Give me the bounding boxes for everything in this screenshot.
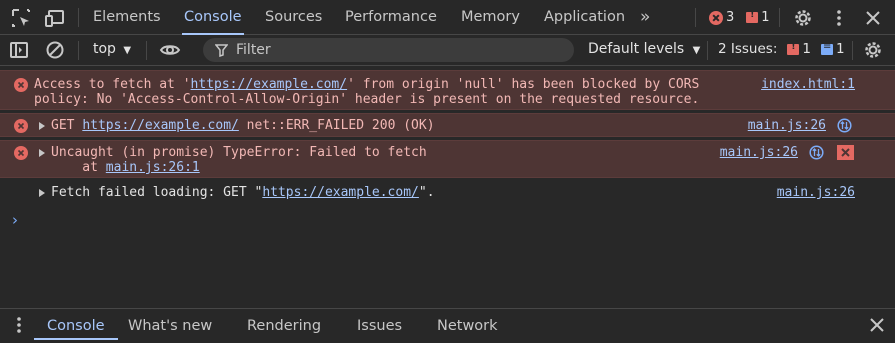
console-message-error: Access to fetch at 'https://example.com/… [0, 70, 895, 110]
expand-triangle-icon[interactable] [39, 122, 45, 130]
divider [78, 41, 79, 60]
message-text-part: net::ERR_FAILED 200 (OK) [238, 118, 435, 133]
sidebar-toggle-icon[interactable] [8, 39, 30, 61]
divider [779, 8, 780, 27]
source-link[interactable]: main.js:26 [720, 145, 798, 160]
device-toolbar-icon[interactable] [44, 7, 66, 29]
settings-gear-icon[interactable] [792, 7, 814, 29]
drawer-tab-issues[interactable]: Issues [357, 309, 402, 340]
error-counter[interactable]: 3 1 [709, 0, 770, 35]
drawer-tab-network[interactable]: Network [437, 309, 498, 340]
filter-input[interactable] [234, 41, 558, 59]
clear-console-icon[interactable] [44, 39, 66, 61]
more-tabs-icon[interactable]: » [640, 0, 650, 35]
expand-triangle-icon[interactable] [39, 189, 45, 197]
issue-info-icon [820, 41, 833, 55]
dropdown-arrow-icon: ▼ [692, 45, 701, 56]
devtools-tab-bar: Elements Console Sources Performance Mem… [0, 0, 895, 35]
close-drawer-icon[interactable] [866, 314, 888, 336]
context-selector[interactable]: top ▼ [93, 41, 131, 57]
console-settings-gear-icon[interactable] [862, 39, 884, 61]
issues-label: 2 Issues: [718, 41, 778, 57]
message-text-part: Fetch failed loading: GET " [51, 185, 263, 200]
context-label: top [93, 41, 116, 57]
drawer-menu-icon[interactable] [8, 314, 30, 336]
message-text-part: Access to fetch at ' [34, 77, 191, 92]
drawer-tab-rendering[interactable]: Rendering [247, 309, 321, 340]
drawer-tab-whats-new[interactable]: What's new [128, 309, 212, 340]
divider [146, 41, 147, 60]
issue-error-count: 1 [802, 41, 811, 57]
filter-funnel-icon [215, 43, 228, 57]
console-prompt-chevron-icon[interactable]: › [12, 211, 18, 229]
error-icon [14, 146, 28, 160]
tab-sources[interactable]: Sources [265, 0, 322, 35]
close-devtools-icon[interactable] [862, 7, 884, 29]
log-levels-dropdown[interactable]: Default levels ▼ [588, 41, 700, 57]
issues-counter-button[interactable]: 2 Issues: 1 1 [718, 41, 845, 58]
console-message-info: Fetch failed loading: GET "https://examp… [0, 180, 895, 206]
expand-triangle-icon[interactable] [39, 149, 45, 157]
network-request-icon[interactable] [837, 118, 852, 133]
source-link[interactable]: main.js:26 [777, 185, 855, 200]
issue-error-icon [787, 42, 800, 55]
kebab-menu-icon[interactable] [828, 7, 850, 29]
error-icon [709, 10, 723, 25]
message-text: Uncaught (in promise) TypeError: Failed … [51, 145, 427, 175]
tab-performance[interactable]: Performance [345, 0, 437, 35]
source-link[interactable]: main.js:26 [748, 118, 826, 133]
filter-box[interactable] [203, 38, 574, 62]
url-link[interactable]: https://example.com/ [82, 118, 239, 133]
tab-elements[interactable]: Elements [93, 0, 161, 35]
message-text-part: GET [51, 118, 83, 133]
explain-issue-icon[interactable] [837, 145, 854, 160]
log-levels-label: Default levels [588, 41, 685, 57]
issue-count: 1 [761, 10, 770, 25]
tab-application[interactable]: Application [544, 0, 625, 35]
message-text-part: Uncaught (in promise) TypeError: Failed … [51, 145, 427, 160]
console-message-error: Uncaught (in promise) TypeError: Failed … [0, 140, 895, 178]
error-icon [14, 78, 28, 92]
message-text-part: ' from origin 'null' has been blocked by… [347, 77, 700, 92]
url-link[interactable]: https://example.com/ [262, 185, 419, 200]
message-text: GET https://example.com/ net::ERR_FAILED… [51, 118, 435, 133]
console-toolbar: top ▼ Default levels ▼ 2 Issues: 1 1 [0, 35, 895, 66]
url-link[interactable]: https://example.com/ [191, 77, 348, 92]
divider [852, 41, 853, 60]
issue-flag-icon [746, 10, 759, 23]
tab-console[interactable]: Console [182, 0, 244, 35]
divider [695, 8, 696, 27]
issue-info-count: 1 [835, 41, 845, 57]
divider [78, 8, 79, 27]
error-count: 3 [726, 10, 735, 25]
message-text-part: at [51, 160, 106, 175]
stack-frame-link[interactable]: main.js:26:1 [106, 160, 200, 175]
live-expression-eye-icon[interactable] [159, 39, 181, 61]
message-text-part: ". [418, 185, 435, 200]
inspect-element-icon[interactable] [10, 7, 32, 29]
drawer-tab-bar: Console What's new Rendering Issues Netw… [0, 308, 895, 340]
message-text: Fetch failed loading: GET "https://examp… [51, 185, 435, 200]
divider [707, 41, 708, 60]
console-message-error: GET https://example.com/ net::ERR_FAILED… [0, 113, 895, 137]
message-text: Access to fetch at 'https://example.com/… [34, 77, 699, 107]
error-icon [14, 119, 28, 133]
message-text-part: policy: No 'Access-Control-Allow-Origin'… [34, 92, 700, 107]
source-link[interactable]: index.html:1 [761, 77, 855, 92]
dropdown-arrow-icon: ▼ [123, 45, 132, 56]
network-request-icon[interactable] [809, 145, 824, 160]
drawer-tab-console[interactable]: Console [34, 309, 118, 340]
tab-memory[interactable]: Memory [461, 0, 520, 35]
